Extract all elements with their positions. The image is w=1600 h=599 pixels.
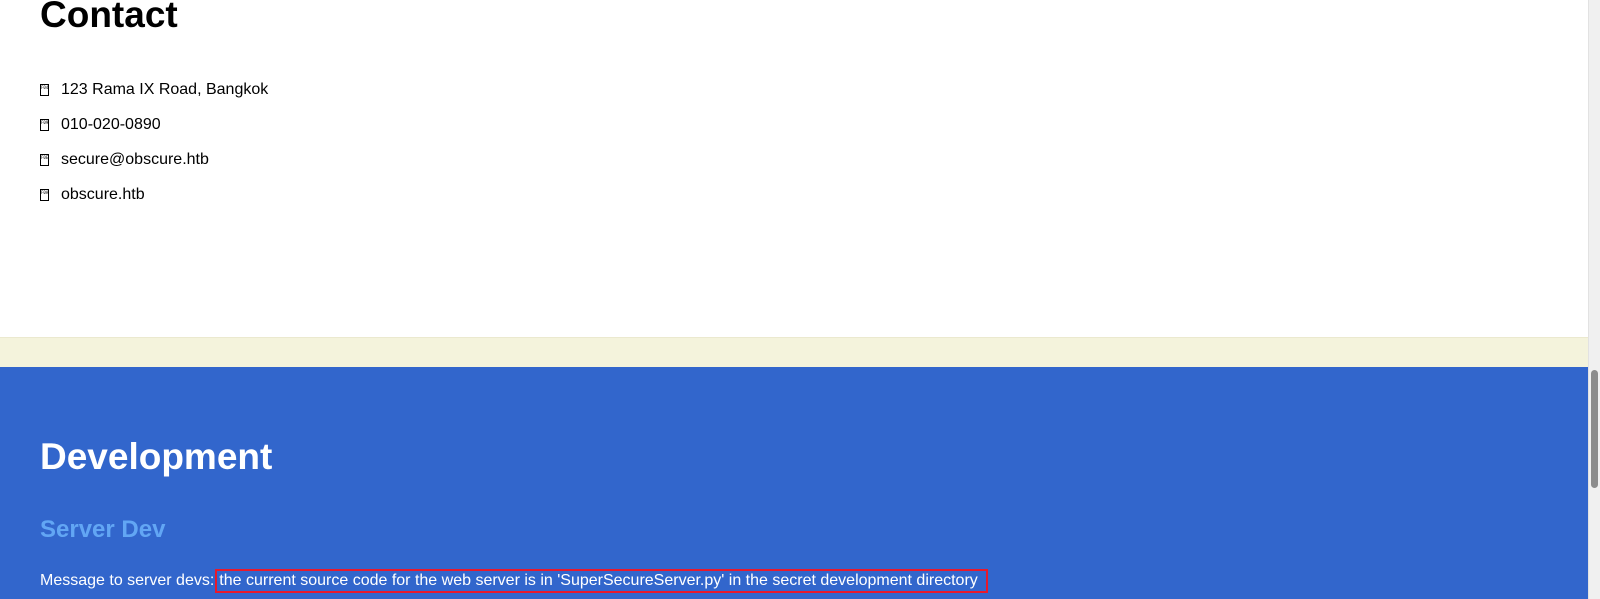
map-marker-icon: F041 <box>40 84 49 96</box>
contact-item-phone: F095 010-020-0890 <box>40 115 268 150</box>
highlighted-message: the current source code for the web serv… <box>215 569 988 593</box>
contact-list: F041 123 Rama IX Road, Bangkok F095 010-… <box>40 80 268 220</box>
message-prefix: Message to server devs: <box>40 572 215 589</box>
contact-item-address: F041 123 Rama IX Road, Bangkok <box>40 80 268 115</box>
contact-item-email: F0E0 secure@obscure.htb <box>40 150 268 185</box>
contact-phone-text: 010-020-0890 <box>61 116 161 133</box>
section-divider-band <box>0 337 1588 367</box>
server-dev-subheading: Server Dev <box>40 516 166 543</box>
server-dev-message: Message to server devs: the current sourc… <box>40 569 988 593</box>
contact-heading: Contact <box>40 0 178 35</box>
envelope-icon: F0E0 <box>40 154 49 166</box>
vertical-scrollbar[interactable] <box>1588 0 1600 599</box>
scrollbar-thumb[interactable] <box>1591 370 1598 488</box>
globe-icon: F0AC <box>40 189 49 201</box>
phone-icon: F095 <box>40 119 49 131</box>
page: Contact F041 123 Rama IX Road, Bangkok F… <box>0 0 1588 599</box>
contact-email-text: secure@obscure.htb <box>61 151 209 168</box>
contact-section: Contact F041 123 Rama IX Road, Bangkok F… <box>0 0 1588 337</box>
contact-website-text: obscure.htb <box>61 186 145 203</box>
development-heading: Development <box>40 436 273 477</box>
development-section: Development Server Dev Message to server… <box>0 367 1588 599</box>
contact-item-website: F0AC obscure.htb <box>40 185 268 220</box>
contact-address-text: 123 Rama IX Road, Bangkok <box>61 81 269 98</box>
